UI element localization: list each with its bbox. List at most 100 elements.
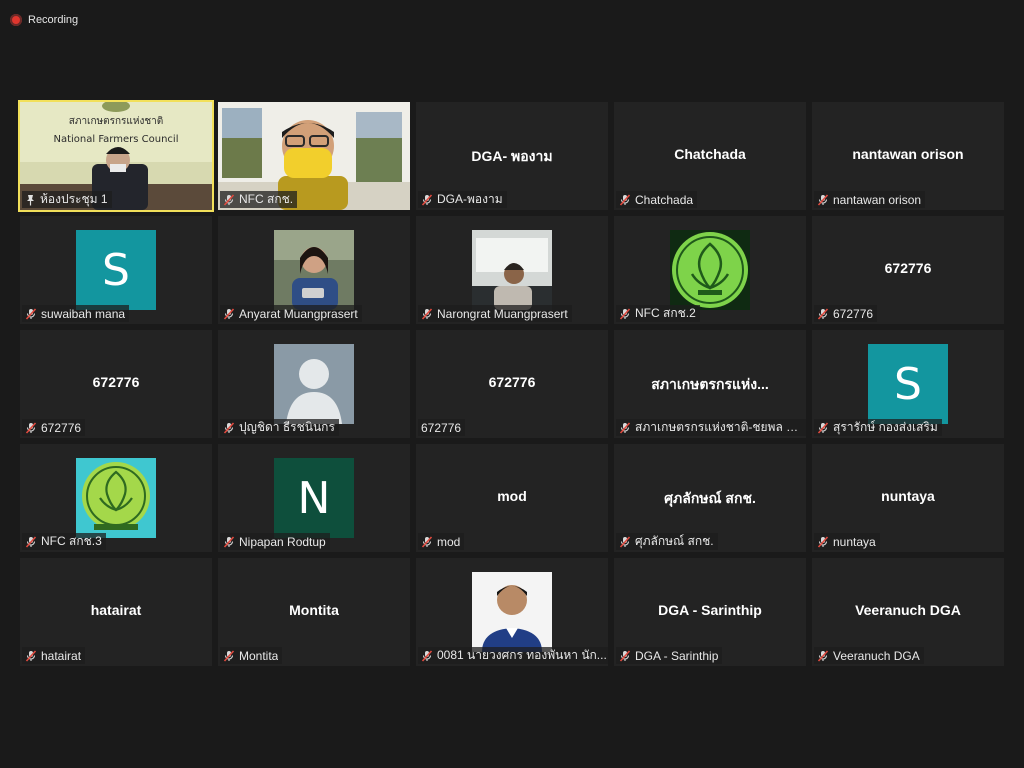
participant-tile[interactable]: N Nipapan Rodtup xyxy=(218,444,410,552)
participant-tile[interactable]: Veeranuch DGA Veeranuch DGA xyxy=(812,558,1004,666)
mic-muted-icon xyxy=(619,307,631,320)
participant-name: ห้องประชุม 1 xyxy=(40,192,108,206)
letter-avatar: N xyxy=(274,458,354,538)
participant-tile[interactable]: DGA - Sarinthip DGA - Sarinthip xyxy=(614,558,806,666)
participant-name-label: NFC สกช. xyxy=(220,191,298,208)
participant-name-label: 672776 xyxy=(814,305,878,322)
participant-tile[interactable]: NFC สกช.3 xyxy=(20,444,212,552)
mic-muted-icon xyxy=(25,649,37,662)
participant-tile[interactable]: NFC สกช. xyxy=(218,102,410,210)
participant-tile[interactable]: Narongrat Muangprasert xyxy=(416,216,608,324)
participant-display-name: DGA - Sarinthip xyxy=(658,602,762,618)
participant-name-label: DGA-พองาม xyxy=(418,191,507,208)
participant-name-label: ศุภลักษณ์ สกช. xyxy=(616,533,718,550)
participant-tile[interactable]: Montita Montita xyxy=(218,558,410,666)
room-sign-th: สภาเกษตรกรแห่งชาติ xyxy=(69,116,163,127)
organization-logo xyxy=(76,458,156,538)
participant-tile[interactable]: NFC สกช.2 xyxy=(614,216,806,324)
participant-name: Veeranuch DGA xyxy=(833,648,920,663)
participant-display-name: hatairat xyxy=(90,602,142,618)
participant-tile[interactable]: S สุรารักษ์ กองส่งเสริม xyxy=(812,330,1004,438)
participant-name-label: suwaibah mana xyxy=(22,305,130,322)
participant-name: 0081 นายวงศกร ทองพันหา นัก... xyxy=(437,648,607,662)
participant-name-label: DGA - Sarinthip xyxy=(616,647,723,664)
participant-name: NFC สกช. xyxy=(239,192,294,206)
participant-tile[interactable]: Anyarat Muangprasert xyxy=(218,216,410,324)
mic-muted-icon xyxy=(817,421,829,434)
participant-tile[interactable]: 672776 672776 xyxy=(416,330,608,438)
participant-tile[interactable]: Ssuwaibah mana xyxy=(20,216,212,324)
participant-name-label: Chatchada xyxy=(616,191,698,208)
participant-name: สุรารักษ์ กองส่งเสริม xyxy=(833,420,938,434)
mic-muted-icon xyxy=(25,535,37,548)
participant-name: DGA - Sarinthip xyxy=(635,648,719,663)
participant-display-name: สภาเกษตรกรแห่ง... xyxy=(651,376,769,392)
mic-muted-icon xyxy=(223,535,235,548)
profile-photo xyxy=(472,572,552,652)
participant-name-label: 0081 นายวงศกร ทองพันหา นัก... xyxy=(418,647,608,664)
participant-name-label: สภาเกษตรกรแห่งชาติ-ชยพล ถิลา xyxy=(616,419,806,436)
participant-tile[interactable]: Chatchada Chatchada xyxy=(614,102,806,210)
participant-tile[interactable]: สภาเกษตรกรแห่งชาติ National Farmers Counc… xyxy=(18,100,214,212)
participant-display-name: nuntaya xyxy=(881,488,935,504)
participant-name-label: nantawan orison xyxy=(814,191,926,208)
participant-display-name: 672776 xyxy=(488,374,536,390)
participant-display-name: mod xyxy=(497,488,527,504)
participant-name-label: Narongrat Muangprasert xyxy=(418,305,572,322)
participant-name: สภาเกษตรกรแห่งชาติ-ชยพล ถิลา xyxy=(635,420,805,434)
participant-name: NFC สกช.3 xyxy=(41,534,102,548)
participant-name: Narongrat Muangprasert xyxy=(437,306,568,321)
participant-name: ศุภลักษณ์ สกช. xyxy=(635,534,714,548)
profile-photo xyxy=(274,230,354,310)
participant-tile[interactable]: mod mod xyxy=(416,444,608,552)
participant-tile[interactable]: nantawan orison nantawan orison xyxy=(812,102,1004,210)
mic-muted-icon xyxy=(25,421,37,434)
participant-name-label: mod xyxy=(418,533,465,550)
mic-muted-icon xyxy=(223,193,235,206)
participant-name-label: NFC สกช.3 xyxy=(22,533,106,550)
participant-name-label: Veeranuch DGA xyxy=(814,647,924,664)
participant-name-label: 672776 xyxy=(22,419,86,436)
participant-name: 672776 xyxy=(41,420,82,435)
default-avatar xyxy=(274,344,354,424)
participant-tile[interactable]: 672776 672776 xyxy=(812,216,1004,324)
participant-tile[interactable]: nuntaya nuntaya xyxy=(812,444,1004,552)
participant-tile[interactable]: hatairat hatairat xyxy=(20,558,212,666)
participant-name: hatairat xyxy=(41,648,82,663)
participant-display-name: DGA- พองาม xyxy=(471,148,553,164)
participant-name: Nipapan Rodtup xyxy=(239,534,326,549)
mic-muted-icon xyxy=(619,649,631,662)
mic-muted-icon xyxy=(421,307,433,320)
participant-tile[interactable]: ปุญชิดา ธีรชนินกร xyxy=(218,330,410,438)
participant-tile[interactable]: 672776 672776 xyxy=(20,330,212,438)
participant-tile[interactable]: DGA- พองาม DGA-พองาม xyxy=(416,102,608,210)
participant-display-name: nantawan orison xyxy=(852,146,964,162)
participant-name-label: hatairat xyxy=(22,647,86,664)
mic-muted-icon xyxy=(421,193,433,206)
mic-muted-icon xyxy=(817,307,829,320)
letter-avatar: S xyxy=(868,344,948,424)
participant-display-name: ศุภลักษณ์ สกช. xyxy=(664,490,756,506)
mic-muted-icon xyxy=(421,535,433,548)
participant-name: nuntaya xyxy=(833,534,876,549)
participant-name: mod xyxy=(437,534,461,549)
participant-name: 672776 xyxy=(421,420,462,435)
pin-icon xyxy=(25,194,36,206)
participant-name-label: NFC สกช.2 xyxy=(616,305,700,322)
participant-name-label: ห้องประชุม 1 xyxy=(22,191,112,208)
participant-name: nantawan orison xyxy=(833,192,922,207)
profile-photo xyxy=(472,230,552,310)
room-sign-en: National Farmers Council xyxy=(54,134,179,145)
participant-name: Chatchada xyxy=(635,192,694,207)
participant-tile[interactable]: ศุภลักษณ์ สกช. ศุภลักษณ์ สกช. xyxy=(614,444,806,552)
participant-tile[interactable]: 0081 นายวงศกร ทองพันหา นัก... xyxy=(416,558,608,666)
participant-tile[interactable]: สภาเกษตรกรแห่ง... สภาเกษตรกรแห่งชาติ-ชยพล… xyxy=(614,330,806,438)
participant-name: suwaibah mana xyxy=(41,306,126,321)
mic-muted-icon xyxy=(619,193,631,206)
gallery-view: สภาเกษตรกรแห่งชาติ National Farmers Counc… xyxy=(0,0,1024,768)
participant-display-name: 672776 xyxy=(884,260,932,276)
mic-muted-icon xyxy=(25,307,37,320)
mic-muted-icon xyxy=(223,421,235,434)
participant-name: 672776 xyxy=(833,306,874,321)
participant-name-label: Anyarat Muangprasert xyxy=(220,305,362,322)
